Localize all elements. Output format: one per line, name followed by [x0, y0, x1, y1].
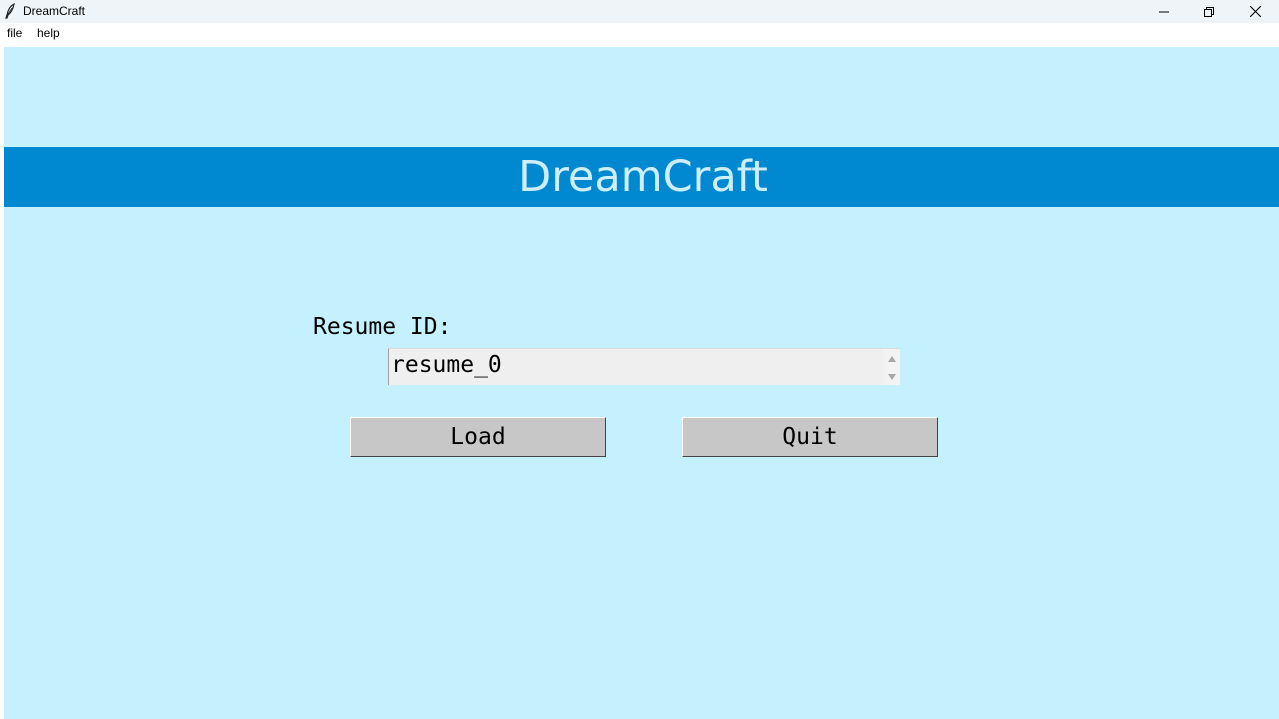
spinbox-arrows — [883, 349, 900, 385]
spin-up-button[interactable] — [883, 349, 900, 367]
arrow-up-icon — [887, 349, 896, 367]
minimize-button[interactable] — [1141, 0, 1187, 23]
minimize-icon — [1159, 7, 1169, 17]
quit-button[interactable]: Quit — [682, 417, 938, 457]
window-titlebar: DreamCraft — [0, 0, 1279, 23]
menu-item-help[interactable]: help — [37, 26, 60, 40]
arrow-down-icon — [887, 367, 896, 385]
restore-button[interactable] — [1186, 0, 1232, 23]
load-button[interactable]: Load — [350, 417, 606, 457]
close-icon — [1249, 6, 1261, 17]
close-button[interactable] — [1232, 0, 1278, 23]
window-title: DreamCraft — [23, 4, 86, 18]
menu-item-file[interactable]: file — [7, 26, 22, 40]
feather-icon — [4, 2, 16, 19]
menu-bar: file help — [0, 23, 1279, 43]
spin-down-button[interactable] — [883, 367, 900, 385]
resume-id-label: Resume ID: — [313, 314, 452, 340]
resume-id-spinbox[interactable]: resume_0 — [388, 348, 900, 385]
header-banner: DreamCraft — [4, 147, 1279, 207]
resume-id-value[interactable]: resume_0 — [391, 352, 502, 378]
restore-icon — [1204, 6, 1214, 17]
app-title: DreamCraft — [518, 152, 768, 202]
